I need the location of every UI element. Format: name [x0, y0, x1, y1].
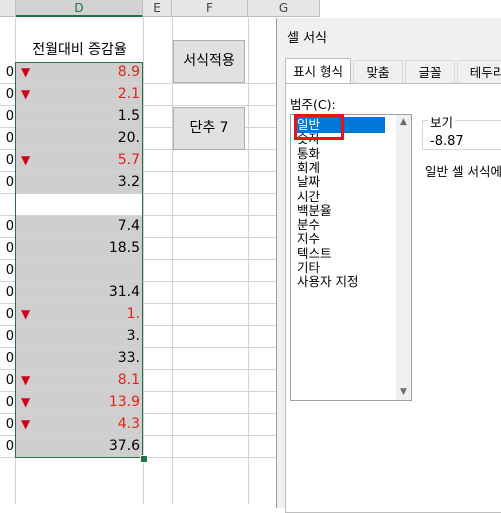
cell-c[interactable]: 0 — [0, 238, 14, 259]
cell-c[interactable]: 0 — [0, 282, 14, 303]
cell-d[interactable]: ▼ 13.9 — [16, 392, 143, 413]
cell-c[interactable]: 0 — [0, 348, 14, 369]
category-scrollbar[interactable]: ▲ ▼ — [396, 115, 411, 400]
cell-d[interactable]: 37.6 — [16, 436, 143, 457]
down-triangle-icon: ▼ — [21, 373, 31, 387]
fill-handle[interactable] — [140, 455, 148, 463]
cell-value: 8.1 — [117, 372, 140, 388]
format-description: 일반 셀 서식에 — [425, 164, 501, 179]
column-header-c[interactable] — [0, 0, 16, 17]
down-triangle-icon: ▼ — [21, 395, 31, 409]
cell-value: 8.9 — [117, 64, 140, 80]
column-header-e[interactable]: E — [143, 0, 172, 17]
scroll-up-icon[interactable]: ▲ — [396, 115, 411, 130]
cell-value: 4.3 — [117, 416, 140, 432]
down-triangle-icon: ▼ — [21, 153, 31, 167]
cell-d[interactable]: 18.5 — [16, 238, 143, 259]
cell-c[interactable]: 0 — [0, 172, 14, 193]
down-triangle-icon: ▼ — [21, 87, 31, 101]
sample-value: -8.87 — [430, 134, 464, 149]
apply-format-button[interactable]: 서식적용 — [173, 40, 245, 83]
cell-d[interactable]: ▼ 2.1 — [16, 84, 143, 105]
column-header-g[interactable]: G — [248, 0, 320, 17]
cell-d[interactable]: ▼ 5.7 — [16, 150, 143, 171]
cell-d[interactable]: ▼ 1. — [16, 304, 143, 325]
column-header-d[interactable]: D — [16, 0, 143, 17]
cell-d[interactable]: 31.4 — [16, 282, 143, 303]
shortcut-button-7[interactable]: 단추 7 — [173, 107, 245, 150]
cell-d[interactable]: 3. — [16, 326, 143, 347]
cell-d[interactable]: 33. — [16, 348, 143, 369]
cell-value: 18.5 — [108, 240, 140, 256]
category-listbox[interactable]: ▲ ▼ 일반 숫자 통화 회계 날짜 시간 백분율 분수 지수 텍스트 기타 사용자 지정 — [290, 114, 412, 401]
cell-value: 3. — [126, 328, 140, 344]
cell-d[interactable]: 7.4 — [16, 216, 143, 237]
cell-value: 13.9 — [108, 394, 140, 410]
cell-value: 5.7 — [117, 152, 140, 168]
cell-c[interactable]: 0 — [0, 216, 14, 237]
tab-border[interactable]: 테두리 — [457, 60, 501, 84]
cell-value: 33. — [117, 350, 140, 366]
cell-c[interactable]: 0 — [0, 370, 14, 391]
cell-d[interactable] — [16, 194, 143, 215]
cell-value: 1.5 — [117, 108, 140, 124]
cell-value: 7.4 — [117, 218, 140, 234]
dialog-title: 셀 서식 — [287, 31, 328, 46]
cell-d[interactable]: ▼ 8.1 — [16, 370, 143, 391]
down-triangle-icon: ▼ — [21, 65, 31, 79]
cell-c[interactable]: 0 — [0, 392, 14, 413]
cell-d[interactable]: 20. — [16, 128, 143, 149]
cell-d[interactable]: ▼ 8.9 — [16, 62, 143, 83]
cell-value: 20. — [117, 130, 140, 146]
cell-c[interactable]: 0 — [0, 414, 14, 435]
cell-value: 1. — [126, 306, 140, 322]
cell-value: 3.2 — [117, 174, 140, 190]
cell-c[interactable]: 0 — [0, 106, 14, 127]
cell-c[interactable]: 0 — [0, 304, 14, 325]
column-header-f[interactable]: F — [172, 0, 248, 17]
down-triangle-icon: ▼ — [21, 417, 31, 431]
cell-d[interactable] — [16, 260, 143, 281]
scroll-down-icon[interactable]: ▼ — [396, 385, 411, 400]
tab-font[interactable]: 글꼴 — [405, 60, 455, 84]
cell-c[interactable]: 0 — [0, 436, 14, 457]
tab-alignment[interactable]: 맞춤 — [353, 60, 403, 84]
tab-number-format[interactable]: 표시 형식 — [285, 58, 351, 84]
down-triangle-icon: ▼ — [21, 307, 31, 321]
spreadsheet: D E F G 전월대비 증감율 0 ▼ 8.9 0 ▼ 2.1 0 1.5 0 20. 0 ▼ 5.7… — [0, 0, 320, 504]
cell-c[interactable]: 0 — [0, 128, 14, 149]
cell-value: 2.1 — [117, 86, 140, 102]
column-d-title[interactable]: 전월대비 증감율 — [16, 39, 143, 62]
cell-value: 37.6 — [108, 438, 140, 454]
sample-label: 보기 — [428, 112, 456, 131]
cell-d[interactable]: 3.2 — [16, 172, 143, 193]
cell-c[interactable]: 0 — [0, 326, 14, 347]
cell-c[interactable]: 0 — [0, 150, 14, 171]
category-item[interactable]: 사용자 지정 — [296, 274, 385, 290]
cell-c[interactable]: 0 — [0, 84, 14, 105]
cell-c[interactable]: 0 — [0, 62, 14, 83]
cell-c[interactable]: 0 — [0, 260, 14, 281]
cell-d[interactable]: 1.5 — [16, 106, 143, 127]
cell-d[interactable]: ▼ 4.3 — [16, 414, 143, 435]
cell-value: 31.4 — [108, 284, 140, 300]
category-label: 범주(C): — [290, 97, 336, 112]
